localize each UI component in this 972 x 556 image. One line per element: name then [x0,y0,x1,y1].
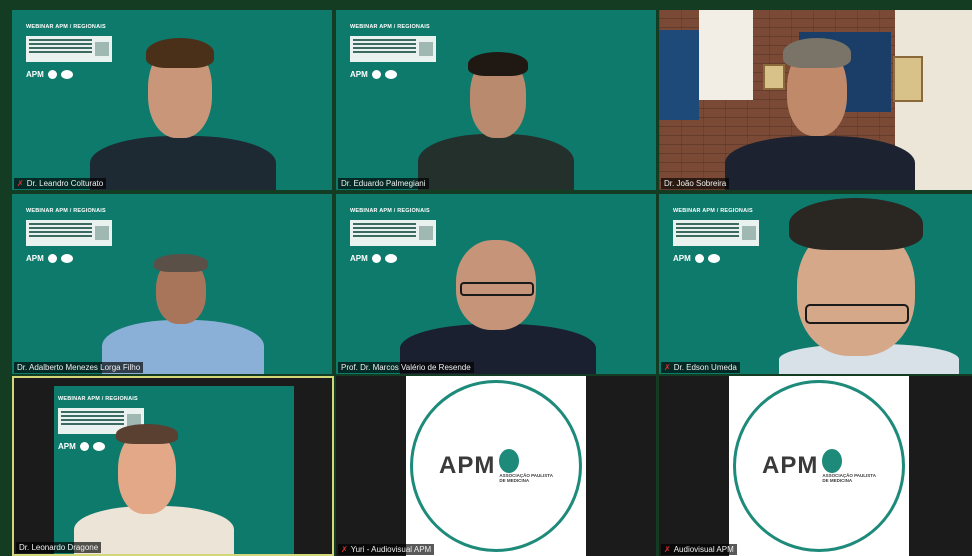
apm-logo-card: APM ASSOCIAÇÃO PAULISTA DE MEDICINA [406,376,586,556]
chat-icon [60,70,73,79]
video-tile-eduardo[interactable]: WEBINAR APM / REGIONAIS APM Dr. Eduardo … [336,10,656,190]
qr-code-icon [742,226,756,240]
mic-off-icon: ✗ [341,545,348,554]
apm-mark-icon [47,70,57,79]
video-tile-marcos[interactable]: WEBINAR APM / REGIONAIS APM Prof. Dr. Ma… [336,194,656,374]
chat-icon [60,254,73,263]
video-tile-audiovisual[interactable]: APM ASSOCIAÇÃO PAULISTA DE MEDICINA ✗ Aud… [659,376,972,556]
participant-name-label: Prof. Dr. Marcos Valério de Resende [338,362,474,373]
mic-off-icon: ✗ [664,363,671,372]
qr-code-icon [419,226,433,240]
caduceus-icon [822,449,843,473]
mic-off-icon: ✗ [17,179,24,188]
apm-mark-icon [371,254,381,263]
slide-card [26,36,112,62]
webinar-slide: WEBINAR APM / REGIONAIS APM [350,208,460,263]
video-tile-joao[interactable]: Dr. João Sobreira [659,10,972,190]
apm-mark-icon [79,442,89,451]
apm-mark-icon [371,70,381,79]
video-tile-leandro[interactable]: WEBINAR APM / REGIONAIS APM ✗ Dr. Leandro… [12,10,332,190]
participant-name-label: ✗ Dr. Edson Umeda [661,362,740,373]
apm-mark-icon [47,254,57,263]
picture-frame [893,56,923,102]
participant-video: WEBINAR APM / REGIONAIS APM [54,386,294,554]
picture-frame [763,64,785,90]
chat-icon [707,254,720,263]
slide-title: WEBINAR APM / REGIONAIS [26,24,106,30]
webinar-slide: WEBINAR APM / REGIONAIS APM [673,208,783,263]
webinar-slide: WEBINAR APM / REGIONAIS APM [26,24,136,79]
glasses [805,304,909,324]
video-grid: WEBINAR APM / REGIONAIS APM ✗ Dr. Leandro… [0,0,972,556]
participant-name-label: Dr. Adalberto Menezes Lorga Filho [14,362,144,373]
slide-logo: APM [26,70,136,79]
qr-code-icon [95,42,109,56]
apm-mark-icon [694,254,704,263]
bookshelf [659,30,699,120]
participant-name-label: Dr. João Sobreira [661,178,730,189]
apm-logo-text: APM [439,452,496,479]
participant-name-label: ✗ Yuri - Audiovisual APM [338,544,435,555]
video-tile-leonardo[interactable]: WEBINAR APM / REGIONAIS APM Dr. Leonardo… [12,376,334,556]
apm-logo-card: APM ASSOCIAÇÃO PAULISTA DE MEDICINA [729,376,909,556]
qr-code-icon [419,42,433,56]
apm-logo-text: APM [762,452,819,479]
participant-name-label: ✗ Dr. Leandro Colturato [14,178,107,189]
glasses [460,282,534,296]
chat-icon [384,254,397,263]
video-tile-adalberto[interactable]: WEBINAR APM / REGIONAIS APM Dr. Adalbert… [12,194,332,374]
participant-name-label: Dr. Eduardo Palmegiani [338,178,429,189]
chat-icon [92,442,105,451]
qr-code-icon [95,226,109,240]
participant-name-label: ✗ Audiovisual APM [661,544,737,555]
video-tile-edson[interactable]: WEBINAR APM / REGIONAIS APM ✗ Dr. Edson U… [659,194,972,374]
webinar-slide: WEBINAR APM / REGIONAIS APM [26,208,136,263]
webinar-slide: WEBINAR APM / REGIONAIS APM [350,24,460,79]
mic-off-icon: ✗ [664,545,671,554]
caduceus-icon [499,449,520,473]
chat-icon [384,70,397,79]
video-tile-yuri[interactable]: APM ASSOCIAÇÃO PAULISTA DE MEDICINA ✗ Yur… [336,376,656,556]
participant-name-label: Dr. Leonardo Dragone [16,542,102,553]
